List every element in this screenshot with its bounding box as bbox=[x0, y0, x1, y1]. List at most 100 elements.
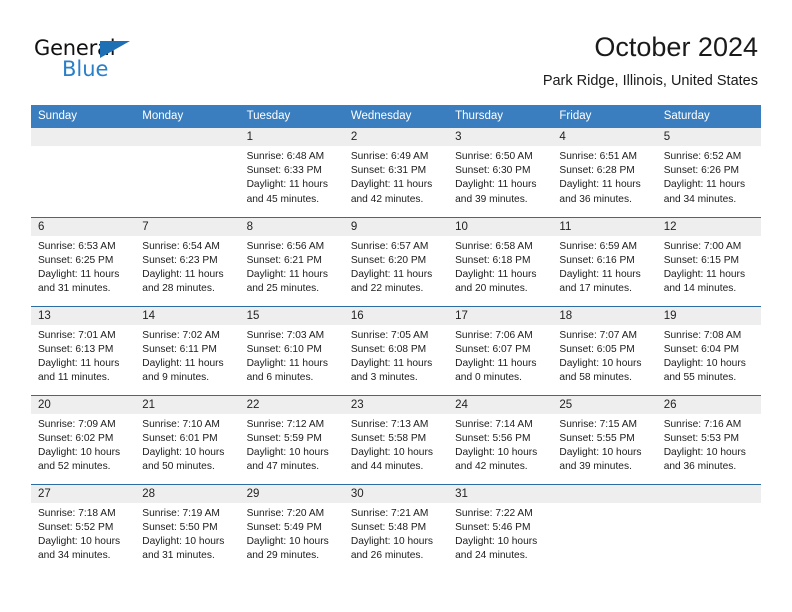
calendar-day-cell[interactable]: 8 Sunrise: 6:56 AM Sunset: 6:21 PM Daylight… bbox=[239, 216, 344, 306]
calendar-day-cell[interactable]: 25 Sunrise: 7:15 AM Sunset: 5:55 PM Dayligh… bbox=[552, 394, 657, 484]
calendar-day-cell[interactable]: 21 Sunrise: 7:10 AM Sunset: 6:01 PM Dayligh… bbox=[135, 394, 240, 484]
day-number: 22 bbox=[239, 395, 344, 414]
weekday-header-friday: Friday bbox=[552, 105, 657, 128]
sunset-text: Sunset: 6:28 PM bbox=[559, 165, 635, 177]
daylight-text: Daylight: 11 hours and 45 minutes. bbox=[246, 179, 328, 205]
daylight-text: Daylight: 10 hours and 26 minutes. bbox=[350, 535, 433, 562]
day-cell-inner bbox=[552, 484, 657, 574]
day-details: Sunrise: 7:06 AM Sunset: 6:07 PM Daylight:… bbox=[448, 325, 552, 386]
calendar-day-cell[interactable]: 12 Sunrise: 7:00 AM Sunset: 6:15 PM Dayligh… bbox=[656, 216, 761, 306]
daylight-text: Daylight: 11 hours and 42 minutes. bbox=[350, 179, 433, 205]
calendar-day-cell[interactable]: 17 Sunrise: 7:06 AM Sunset: 6:07 PM Dayligh… bbox=[448, 305, 553, 395]
day-number: 21 bbox=[135, 395, 240, 414]
calendar-cell-empty bbox=[552, 483, 657, 574]
sunset-text: Sunset: 6:13 PM bbox=[38, 343, 114, 355]
daylight-text: Daylight: 11 hours and 28 minutes. bbox=[142, 268, 224, 295]
day-details: Sunrise: 6:50 AM Sunset: 6:30 PM Daylight:… bbox=[448, 146, 552, 207]
day-cell-inner: 4 Sunrise: 6:51 AM Sunset: 6:28 PM Daylight… bbox=[552, 128, 657, 217]
day-cell-inner bbox=[135, 128, 240, 217]
day-cell-inner: 15 Sunrise: 7:03 AM Sunset: 6:10 PM Dayligh… bbox=[239, 306, 344, 395]
sunrise-text: Sunrise: 6:58 AM bbox=[455, 240, 533, 252]
calendar-day-cell[interactable]: 11 Sunrise: 6:59 AM Sunset: 6:16 PM Dayligh… bbox=[552, 216, 657, 306]
day-details: Sunrise: 7:16 AM Sunset: 5:53 PM Daylight:… bbox=[657, 414, 761, 475]
calendar-day-cell[interactable]: 7 Sunrise: 6:54 AM Sunset: 6:23 PM Daylight… bbox=[135, 216, 240, 306]
day-number: 4 bbox=[552, 128, 657, 146]
calendar-day-cell[interactable]: 6 Sunrise: 6:53 AM Sunset: 6:25 PM Daylight… bbox=[31, 216, 136, 306]
calendar-day-cell[interactable]: 26 Sunrise: 7:16 AM Sunset: 5:53 PM Dayligh… bbox=[656, 394, 761, 484]
calendar-day-cell[interactable]: 19 Sunrise: 7:08 AM Sunset: 6:04 PM Dayligh… bbox=[656, 305, 761, 395]
sunset-text: Sunset: 5:49 PM bbox=[246, 521, 322, 533]
sunrise-text: Sunrise: 7:12 AM bbox=[246, 418, 325, 430]
day-number: 26 bbox=[656, 395, 761, 414]
calendar-day-cell[interactable]: 1 Sunrise: 6:48 AM Sunset: 6:33 PM Daylight… bbox=[239, 128, 344, 217]
day-details: Sunrise: 7:09 AM Sunset: 6:02 PM Daylight:… bbox=[31, 414, 135, 475]
calendar-day-cell[interactable]: 9 Sunrise: 6:57 AM Sunset: 6:20 PM Daylight… bbox=[343, 216, 449, 306]
day-number: 28 bbox=[135, 484, 240, 503]
sunrise-text: Sunrise: 6:48 AM bbox=[246, 151, 325, 162]
sunset-text: Sunset: 6:04 PM bbox=[663, 343, 740, 355]
day-details: Sunrise: 6:54 AM Sunset: 6:23 PM Daylight:… bbox=[135, 236, 239, 297]
day-number: 24 bbox=[448, 395, 553, 414]
calendar-day-cell[interactable]: 23 Sunrise: 7:13 AM Sunset: 5:58 PM Dayligh… bbox=[343, 394, 449, 484]
calendar-week-row: 20 Sunrise: 7:09 AM Sunset: 6:02 PM Dayligh… bbox=[31, 394, 761, 484]
day-details: Sunrise: 6:58 AM Sunset: 6:18 PM Daylight:… bbox=[448, 236, 552, 297]
sunrise-text: Sunrise: 7:14 AM bbox=[455, 418, 533, 430]
calendar-day-cell[interactable]: 28 Sunrise: 7:19 AM Sunset: 5:50 PM Dayligh… bbox=[135, 483, 240, 573]
calendar-day-cell[interactable]: 13 Sunrise: 7:01 AM Sunset: 6:13 PM Dayligh… bbox=[31, 305, 136, 395]
day-details: Sunrise: 6:56 AM Sunset: 6:21 PM Daylight:… bbox=[240, 236, 344, 297]
sunrise-text: Sunrise: 7:09 AM bbox=[38, 418, 116, 430]
day-cell-inner: 9 Sunrise: 6:57 AM Sunset: 6:20 PM Daylight… bbox=[343, 217, 449, 306]
day-number: 31 bbox=[448, 484, 553, 503]
sunset-text: Sunset: 6:05 PM bbox=[559, 343, 635, 355]
day-number: 12 bbox=[656, 217, 761, 236]
day-number bbox=[552, 484, 657, 503]
calendar-day-cell[interactable]: 30 Sunrise: 7:21 AM Sunset: 5:48 PM Dayligh… bbox=[343, 483, 449, 573]
calendar-day-cell[interactable]: 24 Sunrise: 7:14 AM Sunset: 5:56 PM Dayligh… bbox=[448, 394, 553, 484]
daylight-text: Daylight: 10 hours and 31 minutes. bbox=[142, 535, 225, 562]
daylight-text: Daylight: 10 hours and 47 minutes. bbox=[246, 446, 329, 473]
calendar-day-cell[interactable]: 29 Sunrise: 7:20 AM Sunset: 5:49 PM Dayligh… bbox=[239, 483, 344, 573]
sunrise-text: Sunrise: 7:10 AM bbox=[142, 418, 220, 430]
sunset-text: Sunset: 5:48 PM bbox=[350, 521, 427, 533]
general-blue-logo[interactable]: General Blue bbox=[34, 36, 154, 82]
day-cell-inner: 22 Sunrise: 7:12 AM Sunset: 5:59 PM Dayligh… bbox=[239, 395, 344, 484]
daylight-text: Daylight: 11 hours and 0 minutes. bbox=[455, 357, 537, 384]
calendar-day-cell[interactable]: 16 Sunrise: 7:05 AM Sunset: 6:08 PM Dayligh… bbox=[343, 305, 449, 395]
calendar-day-cell[interactable]: 3 Sunrise: 6:50 AM Sunset: 6:30 PM Daylight… bbox=[448, 128, 553, 217]
sunrise-text: Sunrise: 7:00 AM bbox=[663, 240, 742, 252]
sunset-text: Sunset: 6:21 PM bbox=[246, 254, 322, 266]
day-cell-inner: 10 Sunrise: 6:58 AM Sunset: 6:18 PM Dayligh… bbox=[448, 217, 553, 306]
sunrise-text: Sunrise: 7:18 AM bbox=[38, 507, 116, 519]
day-cell-inner: 18 Sunrise: 7:07 AM Sunset: 6:05 PM Dayligh… bbox=[552, 306, 657, 395]
calendar-day-cell[interactable]: 27 Sunrise: 7:18 AM Sunset: 5:52 PM Dayligh… bbox=[31, 483, 136, 573]
page-title: October 2024 bbox=[594, 32, 758, 62]
calendar-day-cell[interactable]: 22 Sunrise: 7:12 AM Sunset: 5:59 PM Dayligh… bbox=[239, 394, 344, 484]
day-number: 20 bbox=[31, 395, 136, 414]
sunrise-text: Sunrise: 7:03 AM bbox=[246, 329, 325, 341]
day-cell-inner: 17 Sunrise: 7:06 AM Sunset: 6:07 PM Dayligh… bbox=[448, 306, 553, 395]
sunset-text: Sunset: 6:23 PM bbox=[142, 254, 218, 266]
logo-triangle-icon bbox=[100, 41, 130, 58]
day-details: Sunrise: 6:52 AM Sunset: 6:26 PM Daylight:… bbox=[657, 146, 761, 207]
calendar-day-cell[interactable]: 15 Sunrise: 7:03 AM Sunset: 6:10 PM Dayligh… bbox=[239, 305, 344, 395]
day-cell-inner: 14 Sunrise: 7:02 AM Sunset: 6:11 PM Dayligh… bbox=[135, 306, 240, 395]
calendar-day-cell[interactable]: 18 Sunrise: 7:07 AM Sunset: 6:05 PM Dayligh… bbox=[552, 305, 657, 395]
calendar-day-cell[interactable]: 5 Sunrise: 6:52 AM Sunset: 6:26 PM Daylight… bbox=[656, 128, 761, 217]
sunrise-text: Sunrise: 7:19 AM bbox=[142, 507, 220, 519]
calendar-day-cell[interactable]: 10 Sunrise: 6:58 AM Sunset: 6:18 PM Dayligh… bbox=[448, 216, 553, 306]
calendar-container: Sunday Monday Tuesday Wednesday Thursday… bbox=[31, 105, 761, 573]
sunrise-text: Sunrise: 7:15 AM bbox=[559, 418, 637, 430]
day-cell-inner: 13 Sunrise: 7:01 AM Sunset: 6:13 PM Dayligh… bbox=[31, 306, 136, 395]
calendar-cell-empty bbox=[31, 128, 136, 217]
calendar-day-cell[interactable]: 2 Sunrise: 6:49 AM Sunset: 6:31 PM Daylight… bbox=[343, 128, 449, 217]
sunset-text: Sunset: 5:46 PM bbox=[455, 521, 531, 533]
logo-text-blue: Blue bbox=[62, 57, 109, 81]
calendar-day-cell[interactable]: 14 Sunrise: 7:02 AM Sunset: 6:11 PM Dayligh… bbox=[135, 305, 240, 395]
day-cell-inner: 24 Sunrise: 7:14 AM Sunset: 5:56 PM Dayligh… bbox=[448, 395, 553, 484]
day-cell-inner bbox=[656, 484, 761, 574]
calendar-day-cell[interactable]: 20 Sunrise: 7:09 AM Sunset: 6:02 PM Dayligh… bbox=[31, 394, 136, 484]
calendar-day-cell[interactable]: 31 Sunrise: 7:22 AM Sunset: 5:46 PM Dayligh… bbox=[448, 483, 553, 573]
calendar-day-cell[interactable]: 4 Sunrise: 6:51 AM Sunset: 6:28 PM Daylight… bbox=[552, 128, 657, 217]
calendar-header-row: Sunday Monday Tuesday Wednesday Thursday… bbox=[31, 105, 761, 128]
page-header: General Blue October 2024 Park Ridge, Il… bbox=[34, 30, 758, 98]
